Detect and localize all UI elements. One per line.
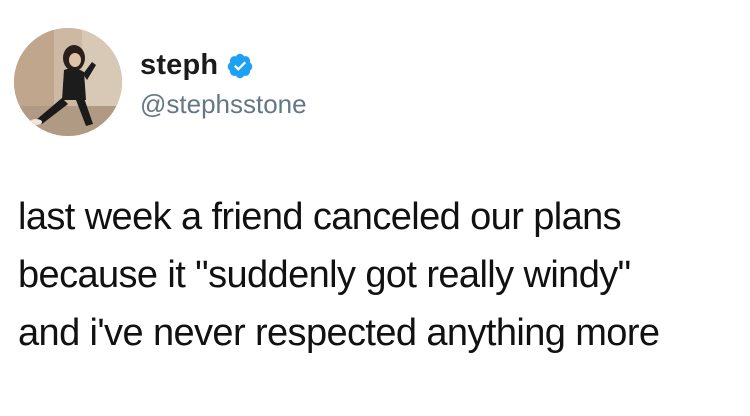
tweet-text-line: last week a friend canceled our plans: [18, 196, 622, 238]
tweet-header: steph @stephsstone: [14, 28, 307, 136]
name-row: steph: [140, 49, 307, 83]
tweet-text-line: because it "suddenly got really windy": [18, 254, 631, 296]
display-name[interactable]: steph: [140, 49, 218, 82]
tweet-card: steph @stephsstone last week a friend ca…: [0, 0, 750, 416]
user-handle[interactable]: @stephsstone: [140, 89, 307, 120]
tweet-text: last week a friend canceled our plans be…: [18, 188, 738, 362]
tweet-text-line: and i've never respected anything more: [18, 312, 660, 354]
user-identity: steph @stephsstone: [140, 49, 307, 120]
avatar[interactable]: [14, 28, 122, 136]
verified-badge-icon: [226, 52, 254, 80]
